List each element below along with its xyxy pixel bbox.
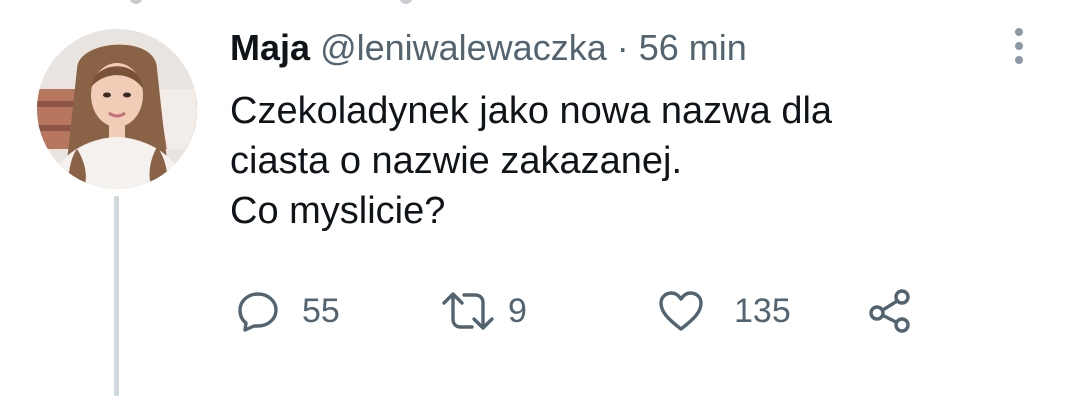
header-separator: · (616, 27, 629, 68)
author-name[interactable]: Maja (230, 27, 310, 68)
more-options-button[interactable] (1004, 24, 1034, 68)
vertical-dots-icon (1015, 28, 1023, 64)
avatar[interactable] (37, 29, 197, 189)
tweet-text: Czekoladynek jako nowa nazwa dla ciasta … (230, 90, 833, 232)
reply-button[interactable]: 55 (236, 286, 340, 336)
retweet-count: 9 (508, 291, 527, 330)
share-button[interactable] (866, 286, 914, 336)
tweet-header: Maja @leniwalewaczka · 56 min (230, 26, 747, 70)
profile-photo (37, 29, 197, 189)
tweet-time[interactable]: 56 min (639, 27, 747, 68)
author-handle[interactable]: @leniwalewaczka (320, 27, 607, 68)
like-count: 135 (734, 291, 791, 330)
reply-count: 55 (302, 291, 340, 330)
retweet-button[interactable]: 9 (440, 286, 527, 336)
retweet-icon (442, 292, 494, 330)
previous-tweet-actions-edge (0, 0, 1080, 6)
reply-bubble-icon (238, 292, 278, 332)
share-icon (869, 289, 910, 333)
like-button[interactable]: 135 (658, 286, 791, 336)
heart-icon (659, 291, 703, 331)
tweet-actions: 55 9 135 (0, 286, 1080, 336)
